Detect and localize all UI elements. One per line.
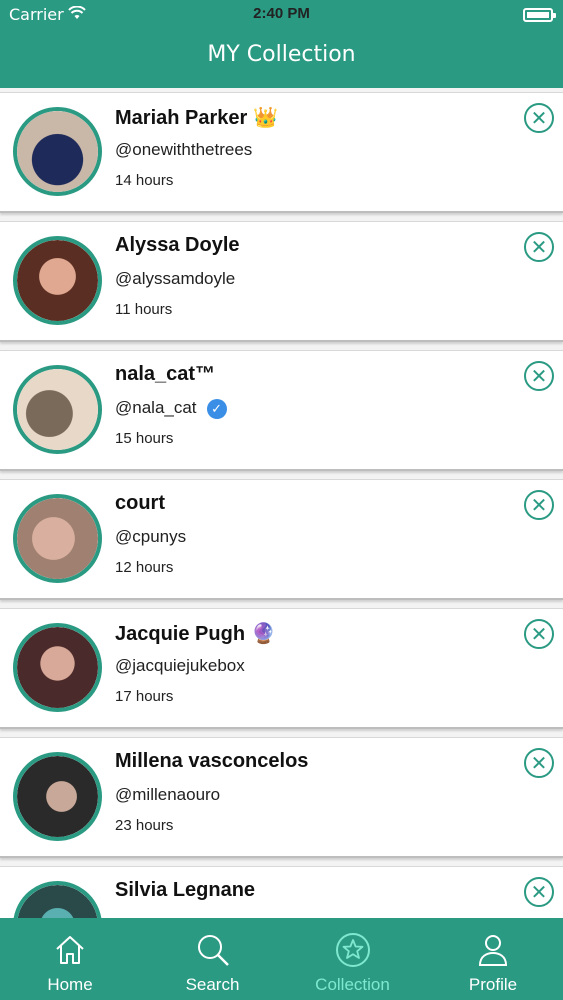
user-name-text: nala_cat™ (115, 363, 216, 385)
user-name-text: court (115, 492, 165, 514)
tab-search[interactable]: Search (142, 918, 283, 1000)
circle-x-icon: ✕ (530, 364, 548, 388)
remove-button[interactable]: ✕ (524, 748, 554, 778)
user-handle: @alyssamdoyle (115, 269, 236, 288)
tab-home[interactable]: Home (0, 918, 140, 1000)
user-name: Mariah Parker 👑 (115, 105, 278, 130)
time-ago: 11 hours (115, 301, 173, 318)
avatar (13, 881, 102, 918)
list-item[interactable]: Alyssa Doyle @alyssamdoyle 11 hours ✕ (0, 221, 563, 342)
avatar (13, 107, 102, 196)
user-handle: @millenaouro (115, 785, 221, 804)
status-time: 2:40 PM (253, 5, 310, 22)
time-ago: 17 hours (115, 688, 174, 705)
tab-collection[interactable]: Collection (282, 918, 423, 1000)
tab-profile-label: Profile (468, 975, 518, 994)
star-circle-icon (335, 933, 370, 967)
status-bar: Carrier 2:40 PM (0, 0, 563, 30)
search-icon (197, 935, 229, 966)
page-title: MY Collection (207, 42, 356, 67)
user-handle: @cpunys (115, 527, 187, 546)
time-ago: 12 hours (115, 559, 174, 576)
remove-button[interactable]: ✕ (524, 619, 554, 649)
collection-list[interactable]: Mariah Parker 👑 @onewiththetrees 14 hours… (0, 88, 563, 918)
circle-x-icon: ✕ (530, 751, 548, 775)
circle-x-icon: ✕ (530, 493, 548, 517)
user-name: Jacquie Pugh 🔮 (115, 621, 276, 646)
home-icon (56, 936, 84, 964)
list-item[interactable]: Millena vasconcelos @millenaouro 23 hour… (0, 737, 563, 858)
user-name: Alyssa Doyle (115, 234, 240, 257)
circle-x-icon: ✕ (530, 106, 548, 130)
tab-profile[interactable]: Profile (423, 918, 563, 1000)
user-name: nala_cat™ (115, 363, 215, 386)
person-icon (478, 935, 508, 966)
crown-emoji-icon: 👑 (253, 107, 279, 129)
remove-button[interactable]: ✕ (524, 877, 554, 907)
header: Carrier 2:40 PM MY Collection (0, 0, 563, 88)
remove-button[interactable]: ✕ (524, 361, 554, 391)
remove-button[interactable]: ✕ (524, 103, 554, 133)
time-ago: 15 hours (115, 430, 174, 447)
list-item[interactable]: court @cpunys 12 hours ✕ (0, 479, 563, 600)
avatar (13, 623, 102, 712)
crystal-ball-emoji-icon: 🔮 (251, 623, 276, 645)
circle-x-icon: ✕ (530, 622, 548, 646)
remove-button[interactable]: ✕ (524, 490, 554, 520)
user-name-text: Mariah Parker (115, 107, 248, 129)
user-name: Silvia Legnane (115, 879, 255, 902)
list-item[interactable]: Mariah Parker 👑 @onewiththetrees 14 hours… (0, 92, 563, 213)
user-handle: @jacquiejukebox (115, 656, 245, 675)
user-handle: @onewiththetrees (115, 140, 253, 159)
tab-home-label: Home (47, 975, 93, 994)
time-ago: 14 hours (115, 172, 174, 189)
list-item[interactable]: Jacquie Pugh 🔮 @jacquiejukebox 17 hours ✕ (0, 608, 563, 729)
avatar (13, 236, 102, 325)
circle-x-icon: ✕ (530, 235, 548, 259)
verified-badge-icon: ✓ (206, 398, 227, 419)
list-item[interactable]: nala_cat™ @nala_cat ✓ 15 hours ✕ (0, 350, 563, 471)
avatar (13, 365, 102, 454)
avatar (13, 752, 102, 841)
remove-button[interactable]: ✕ (524, 232, 554, 262)
user-name-text: Millena vasconcelos (115, 750, 309, 772)
tab-bar: Home Search Collection Profile (0, 918, 563, 1000)
battery-icon (523, 8, 556, 22)
circle-x-icon: ✕ (530, 880, 548, 904)
user-name-text: Jacquie Pugh (115, 623, 246, 645)
time-ago: 23 hours (115, 817, 174, 834)
user-name-text: Silvia Legnane (115, 879, 256, 901)
user-handle: @nala_cat ✓ (115, 398, 227, 419)
app: Carrier 2:40 PM MY Collection Mariah Par… (0, 0, 563, 1000)
user-name-text: Alyssa Doyle (115, 234, 240, 256)
tab-collection-label: Collection (315, 975, 390, 994)
user-name: Millena vasconcelos (115, 750, 308, 773)
avatar (13, 494, 102, 583)
list-item[interactable]: Silvia Legnane ✕ (0, 866, 563, 918)
user-name: court (115, 492, 165, 515)
tab-search-label: Search (185, 975, 240, 994)
user-handle-text: @nala_cat (115, 398, 197, 417)
